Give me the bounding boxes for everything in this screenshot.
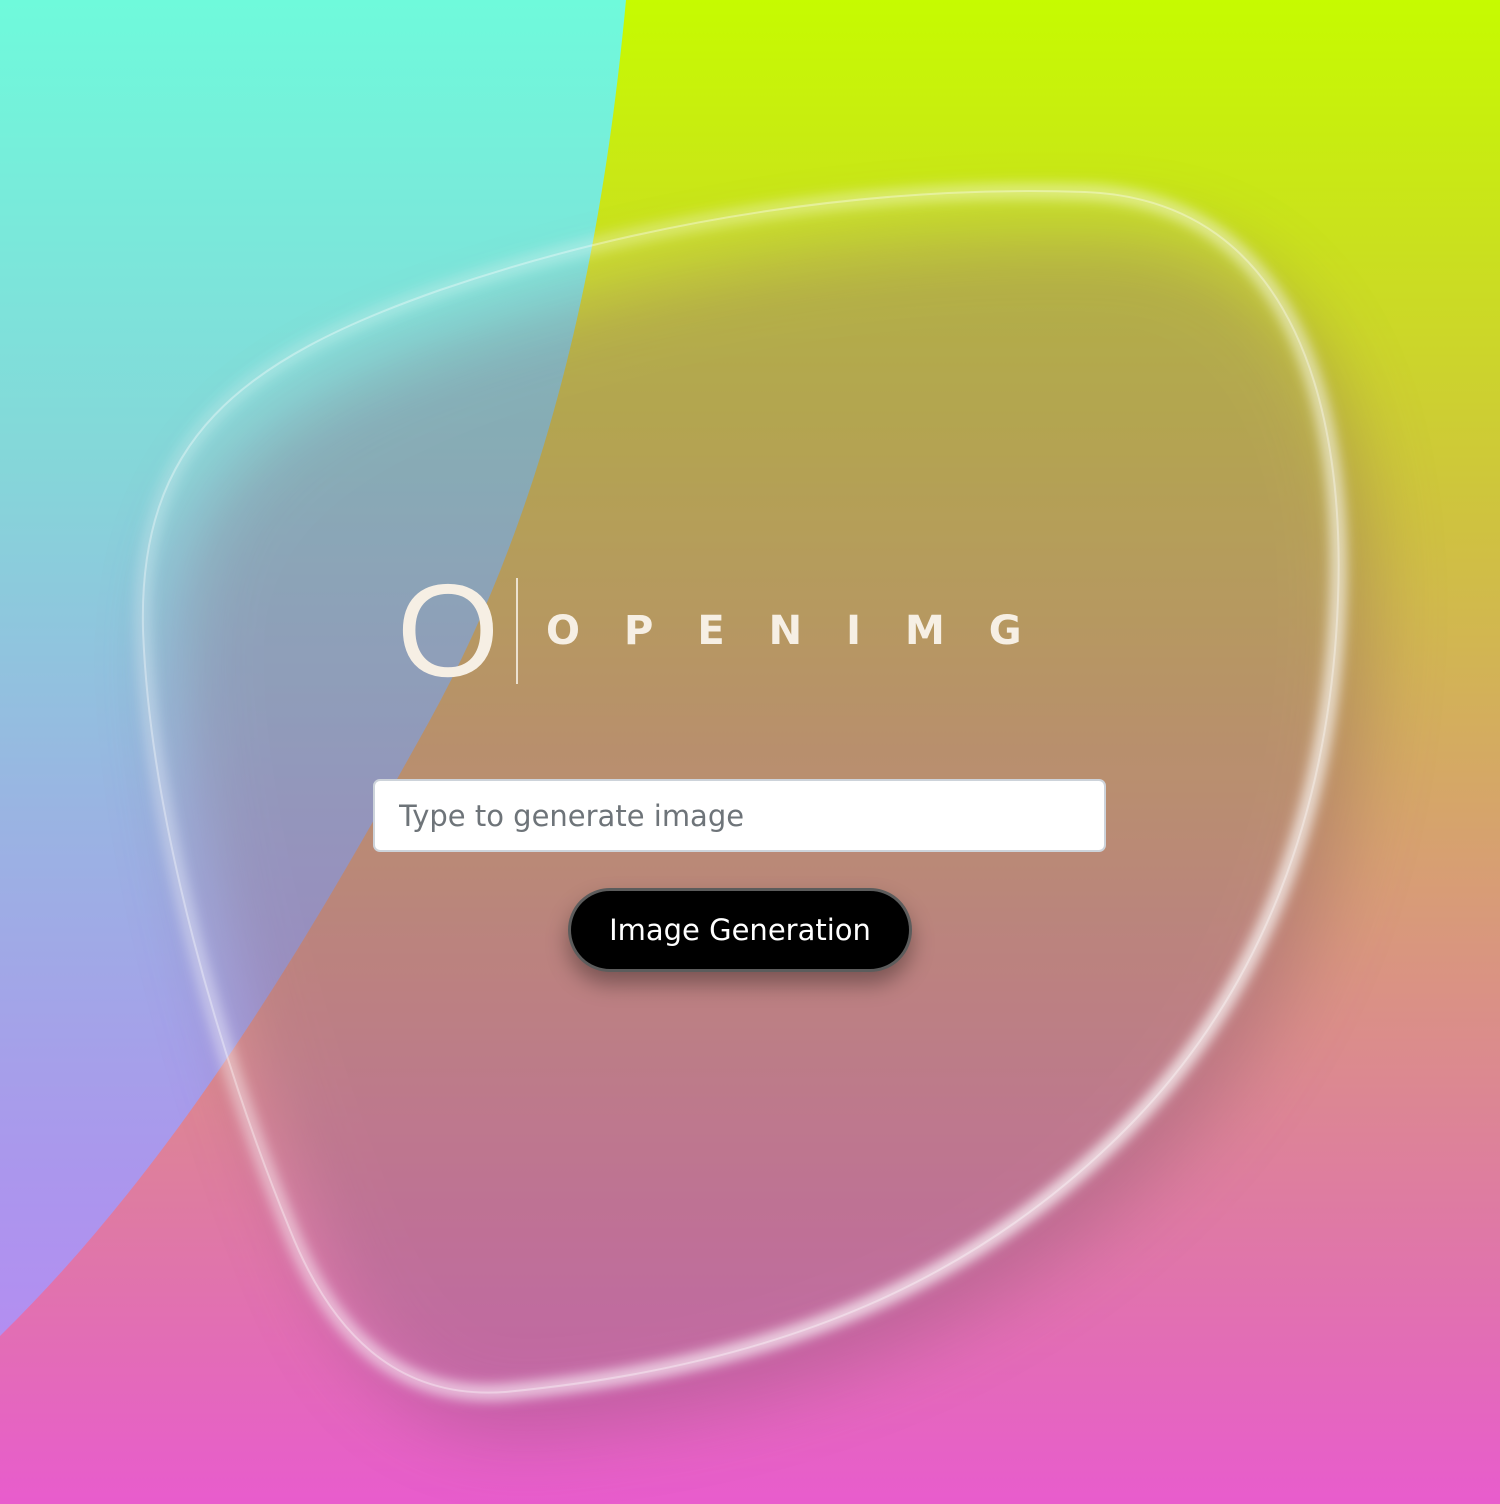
brand-wordmark: OPENIMG (546, 608, 1066, 654)
image-generation-button[interactable]: Image Generation (568, 888, 912, 972)
image-generation-button-label: Image Generation (609, 913, 871, 947)
brand-logo: O OPENIMG (390, 565, 1066, 697)
logo-mark-icon: O (396, 557, 500, 704)
glass-blob (134, 183, 1369, 1433)
prompt-input[interactable] (373, 779, 1106, 852)
logo-divider (516, 578, 518, 684)
